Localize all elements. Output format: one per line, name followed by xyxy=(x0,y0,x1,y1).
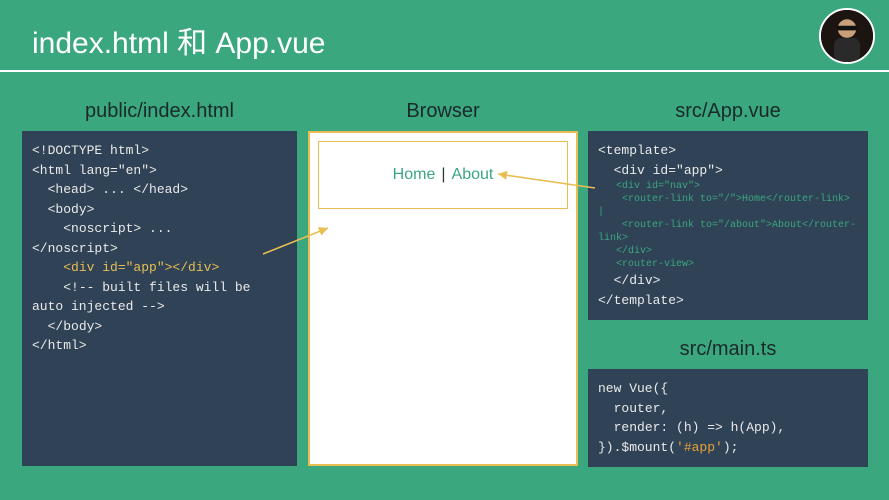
code-line: </template> xyxy=(598,293,684,308)
code-line: <template> xyxy=(598,143,676,158)
code-highlight-app-div: <div id="app"></div> xyxy=(32,260,219,275)
browser-nav-area: Home | About xyxy=(318,141,568,209)
code-line-small: <div id="nav"> xyxy=(598,180,858,193)
code-line: <head> ... </head> xyxy=(32,182,188,197)
left-column: public/index.html <!DOCTYPE html> <html … xyxy=(22,100,297,466)
code-line: ); xyxy=(723,440,739,455)
code-line-small: <router-link to="/about">About</router-l… xyxy=(598,219,858,245)
app-vue-label: src/App.vue xyxy=(588,100,868,123)
code-line: </body> xyxy=(32,319,102,334)
code-line: <!DOCTYPE html> xyxy=(32,143,149,158)
app-vue-code: <template> <div id="app"> <div id="nav">… xyxy=(588,131,868,320)
code-line: <html lang="en"> xyxy=(32,163,157,178)
code-line: </div> xyxy=(598,273,660,288)
code-line: render: (h) => h(App), xyxy=(598,420,785,435)
middle-column: Browser Home | About xyxy=(308,100,578,466)
slide-title: index.html 和 App.vue xyxy=(0,0,889,70)
code-line: <body> xyxy=(32,202,94,217)
browser-window: Home | About xyxy=(308,131,578,466)
code-line-small: <router-view> xyxy=(598,258,858,271)
avatar xyxy=(819,8,875,64)
left-label: public/index.html xyxy=(22,100,297,123)
person-icon xyxy=(821,10,873,62)
code-line: <div id="app"> xyxy=(598,163,723,178)
code-line: new Vue({ xyxy=(598,381,668,396)
code-line: <!-- built files will be auto injected -… xyxy=(32,280,258,315)
main-ts-code: new Vue({ router, render: (h) => h(App),… xyxy=(588,369,868,467)
right-column: src/App.vue <template> <div id="app"> <d… xyxy=(588,100,868,467)
code-line: </noscript> xyxy=(32,241,118,256)
index-html-code: <!DOCTYPE html> <html lang="en"> <head> … xyxy=(22,131,297,466)
code-line-small: <router-link to="/">Home</router-link> | xyxy=(598,193,858,219)
code-line: }).$mount( xyxy=(598,440,676,455)
nav-separator: | xyxy=(441,166,445,184)
main-ts-label: src/main.ts xyxy=(588,338,868,361)
code-line: router, xyxy=(598,401,668,416)
nav-link-home[interactable]: Home xyxy=(393,166,436,184)
code-line: <noscript> ... xyxy=(32,221,172,236)
browser-label: Browser xyxy=(308,100,578,123)
code-highlight-app-selector: '#app' xyxy=(676,440,723,455)
content-area: public/index.html <!DOCTYPE html> <html … xyxy=(0,70,889,500)
code-line-small: </div> xyxy=(598,245,858,258)
code-line: </html> xyxy=(32,338,87,353)
nav-link-about[interactable]: About xyxy=(452,166,494,184)
